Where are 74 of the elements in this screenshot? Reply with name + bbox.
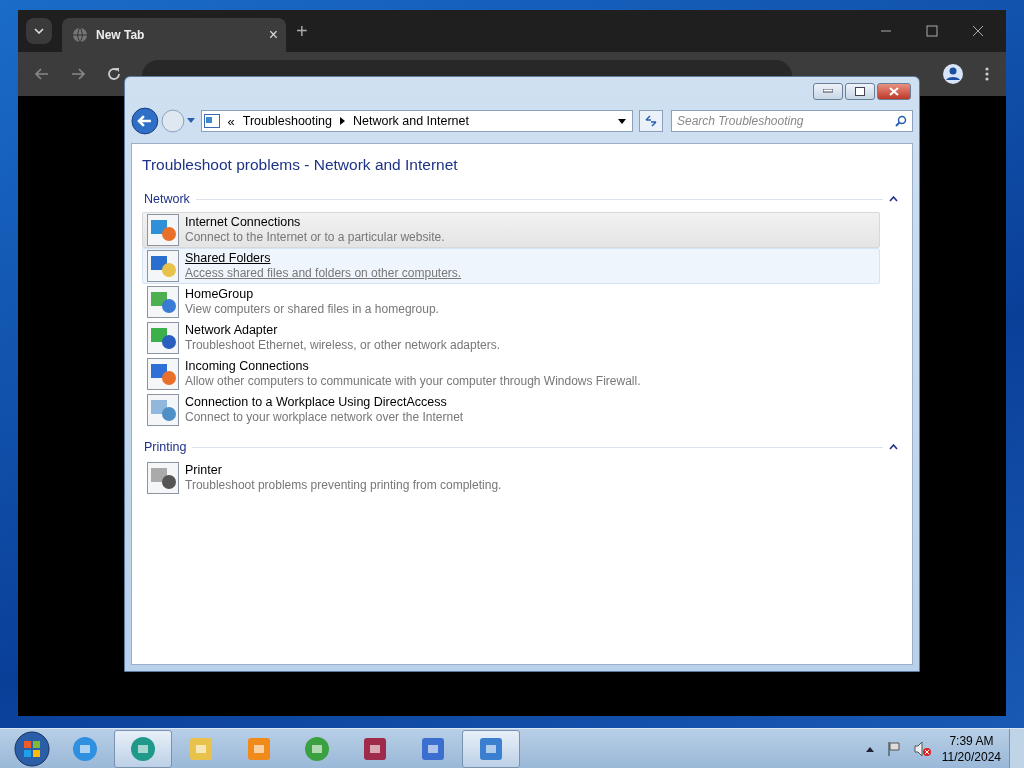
item-description: Connect to the Internet or to a particular website. [185,230,445,245]
breadcrumb-item[interactable]: Troubleshooting [242,114,332,128]
troubleshooter-icon [147,250,179,282]
new-tab-button[interactable]: + [296,19,308,43]
refresh-icon [644,114,659,128]
browser-tab[interactable]: New Tab × [62,18,286,52]
chevron-down-icon [34,28,44,34]
item-title: Incoming Connections [185,359,310,374]
control-panel-icon [203,114,220,128]
collapse-chevron-icon[interactable] [889,196,898,202]
troubleshooter-item[interactable]: Internet Connections Connect to the Internet or to a particular website. [142,212,880,248]
item-title: Network Adapter [185,323,279,338]
search-icon[interactable] [895,115,907,127]
address-bar[interactable]: « Troubleshooting Network and Internet [200,110,634,132]
show-hidden-icons-icon[interactable] [865,745,874,752]
overflow-chevron[interactable]: « [227,113,235,129]
forward-icon[interactable] [70,66,86,82]
item-description: Access shared files and folders on other computers. [185,266,462,281]
collapse-chevron-icon[interactable] [889,444,898,450]
muted-speaker-icon[interactable] [913,740,932,757]
item-description: Troubleshoot problems preventing printing from completing. [185,478,502,493]
troubleshooter-icon [147,214,179,246]
item-title: Internet Connections [185,215,302,230]
item-title: HomeGroup [185,287,255,302]
breadcrumb-arrow-icon[interactable] [339,117,345,125]
item-title: Printer [185,463,223,478]
tab-search-button[interactable] [26,18,52,44]
minimize-button[interactable] [813,82,843,100]
troubleshooter-icon [147,394,179,426]
clock-date[interactable]: 11/20/2024 [941,748,1001,765]
troubleshooter-item[interactable]: Shared Folders Access shared files and folders on other computers. [142,248,880,284]
breadcrumb-item[interactable]: Network and Internet [352,114,469,128]
section-title: Network [144,192,190,206]
show-desktop-button[interactable] [1009,728,1024,768]
item-description: Troubleshoot Ethernet, wireless, or other network adapters. [185,338,501,353]
troubleshooter-icon [147,322,179,354]
restore-icon [855,86,865,96]
back-icon[interactable] [131,107,159,135]
troubleshooter-icon [147,286,179,318]
taskbar-button[interactable] [462,729,520,768]
close-button[interactable] [877,82,911,100]
refresh-button[interactable] [639,110,663,132]
taskbar-button[interactable] [114,729,172,768]
minimize-icon [823,89,833,93]
item-description: View computers or shared files in a homegroup. [185,302,439,317]
menu-icon[interactable] [984,66,990,82]
close-icon[interactable] [972,25,984,37]
dropdown-caret-icon[interactable] [618,118,627,124]
caret-icon[interactable] [186,118,195,124]
flag-icon[interactable] [885,740,902,757]
item-description: Connect to your workplace network over the Internet [185,410,464,425]
troubleshooter-icon [147,462,179,494]
item-description: Allow other computers to communicate with your computer through Windows Firewall. [185,374,641,389]
troubleshooter-icon [147,358,179,390]
page-heading: Troubleshoot problems - Network and Internet [142,156,459,174]
clock-time[interactable]: 7:39 AM [949,732,994,749]
troubleshooter-item[interactable]: Printer Troubleshoot problems preventing printing from completing. [142,460,880,496]
item-title: Shared Folders [185,251,272,266]
tab-title: New Tab [96,28,146,42]
troubleshooter-item[interactable]: Connection to a Workplace Using DirectAccess Connect to your workplace network over the Internet [142,392,880,428]
reload-icon[interactable] [106,66,122,82]
globe-icon [72,27,88,43]
section-title: Printing [144,440,187,454]
troubleshooter-item[interactable]: HomeGroup View computers or shared files in a homegroup. [142,284,880,320]
close-icon [889,86,899,96]
maximize-icon[interactable] [926,25,938,37]
profile-icon[interactable] [942,63,964,85]
troubleshooter-item[interactable]: Network Adapter Troubleshoot Ethernet, wireless, or other network adapters. [142,320,880,356]
tab-close-button[interactable]: × [268,26,278,44]
search-field[interactable]: Search Troubleshooting [671,110,913,132]
restore-button[interactable] [845,82,875,100]
item-title: Connection to a Workplace Using DirectAccess [185,395,448,410]
start-button[interactable] [14,730,50,767]
troubleshooter-item[interactable]: Incoming Connections Allow other computers to communicate with your computer through Windows Firewall. [142,356,880,392]
